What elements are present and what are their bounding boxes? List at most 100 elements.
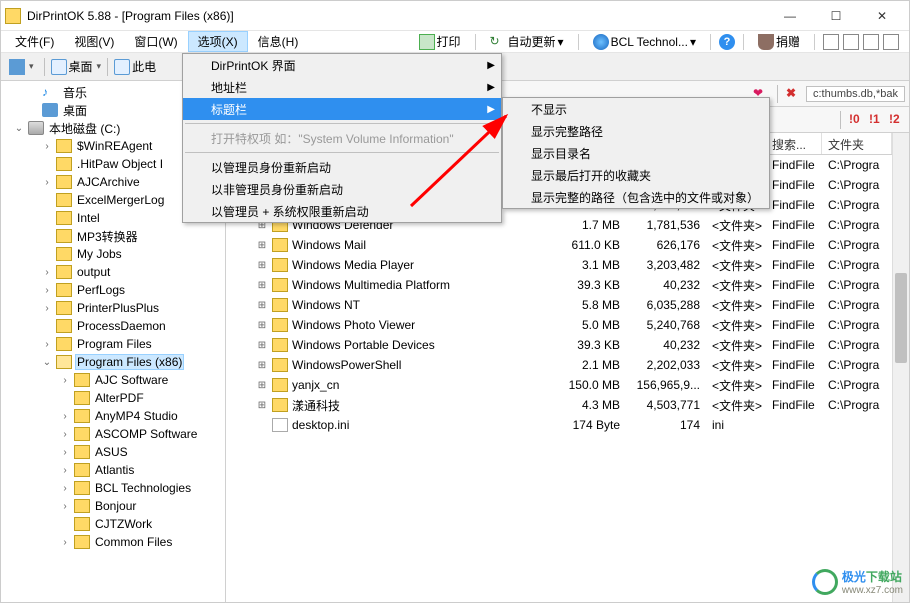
tree-node[interactable]: ›PrinterPlusPlus [1, 299, 225, 317]
file-row[interactable]: ⊞漾通科技4.3 MB4,503,771<文件夹>FindFileC:\Prog… [226, 395, 909, 415]
desktop-combo[interactable]: 桌面 ▾ [51, 58, 102, 75]
expand-icon[interactable]: › [59, 429, 71, 440]
tree-node[interactable]: ⌄Program Files (x86) [1, 353, 225, 371]
expand-icon[interactable]: › [59, 465, 71, 476]
marker-2-icon[interactable]: !1 [869, 112, 885, 128]
menu-item[interactable]: 显示完整路径 [503, 120, 769, 142]
menu-view[interactable]: 视图(V) [64, 31, 124, 52]
folder-icon [272, 338, 288, 352]
print-button[interactable]: 打印 [413, 33, 467, 50]
menu-item[interactable]: 以非管理员身份重新启动 [183, 178, 501, 200]
filter-mask-text[interactable]: c:thumbs.db,*bak [806, 86, 905, 102]
file-folder: C:\Progra [822, 158, 892, 172]
donate-button[interactable]: 捐赠 [752, 33, 806, 50]
tree-node[interactable]: ›Atlantis [1, 461, 225, 479]
tree-node[interactable]: My Jobs [1, 245, 225, 263]
thispc-combo[interactable]: 此电 [114, 58, 156, 75]
folder-icon [74, 535, 90, 549]
menu-item[interactable]: 地址栏▶ [183, 76, 501, 98]
file-row[interactable]: ⊞Windows Photo Viewer5.0 MB5,240,768<文件夹… [226, 315, 909, 335]
expand-icon[interactable]: › [59, 411, 71, 422]
tree-node[interactable]: ProcessDaemon [1, 317, 225, 335]
expand-icon[interactable]: ⊞ [252, 400, 272, 411]
expand-icon[interactable]: › [59, 483, 71, 494]
tree-node[interactable]: CJTZWork [1, 515, 225, 533]
menu-item[interactable]: 不显示 [503, 98, 769, 120]
file-row[interactable]: ⊞Windows Media Player3.1 MB3,203,482<文件夹… [226, 255, 909, 275]
expand-icon[interactable]: › [59, 537, 71, 548]
close-button[interactable]: ✕ [859, 1, 905, 31]
expand-icon[interactable]: ⊞ [252, 300, 272, 311]
expand-icon[interactable]: › [41, 177, 53, 188]
menu-item[interactable]: DirPrintOK 界面▶ [183, 54, 501, 76]
tree-node[interactable]: ›Common Files [1, 533, 225, 551]
menu-item[interactable]: 显示最后打开的收藏夹 [503, 164, 769, 186]
clear-icon[interactable]: ✖ [786, 86, 802, 102]
menu-options[interactable]: 选项(X) [188, 31, 248, 52]
menu-item[interactable]: 标题栏▶ [183, 98, 501, 120]
menu-item[interactable]: 显示完整的路径（包含选中的文件或对象） [503, 186, 769, 208]
tile-icon-1[interactable] [823, 34, 839, 50]
tree-node[interactable]: ›ASCOMP Software [1, 425, 225, 443]
folder-icon [56, 229, 72, 243]
maximize-button[interactable]: ☐ [813, 1, 859, 31]
minimize-button[interactable]: — [767, 1, 813, 31]
menu-item[interactable]: 以管理员 + 系统权限重新启动 [183, 200, 501, 222]
expand-icon[interactable]: › [41, 339, 53, 350]
expand-icon[interactable]: › [59, 501, 71, 512]
tree-node[interactable]: ›AnyMP4 Studio [1, 407, 225, 425]
tile-icon-3[interactable] [863, 34, 879, 50]
file-row[interactable]: ⊞yanjx_cn150.0 MB156,965,9...<文件夹>FindFi… [226, 375, 909, 395]
menu-item[interactable]: 以管理员身份重新启动 [183, 156, 501, 178]
new-tab-button[interactable]: ▾ [5, 57, 38, 77]
expand-icon[interactable]: ⊞ [252, 340, 272, 351]
autorefresh-button[interactable]: ↻ 自动更新 ▾ [484, 33, 570, 50]
marker-1-icon[interactable]: !0 [849, 112, 865, 128]
column-folder[interactable]: 文件夹 [822, 133, 892, 154]
tile-icon-4[interactable] [883, 34, 899, 50]
expand-icon[interactable]: ⊞ [252, 240, 272, 251]
column-search[interactable]: 搜索... [766, 133, 822, 154]
expand-icon[interactable]: › [59, 375, 71, 386]
menu-window[interactable]: 窗口(W) [124, 31, 187, 52]
tree-node[interactable]: ›output [1, 263, 225, 281]
expand-icon[interactable]: ⊞ [252, 380, 272, 391]
tile-icon-2[interactable] [843, 34, 859, 50]
submenu-arrow-icon: ▶ [487, 60, 495, 71]
menu-info[interactable]: 信息(H) [248, 31, 309, 52]
tree-node[interactable]: ›ASUS [1, 443, 225, 461]
file-row[interactable]: ⊞WindowsPowerShell2.1 MB2,202,033<文件夹>Fi… [226, 355, 909, 375]
list-scrollbar[interactable] [892, 133, 909, 602]
bcl-combo[interactable]: BCL Technol... ▾ [587, 34, 702, 50]
menu-item[interactable]: 显示目录名 [503, 142, 769, 164]
tree-node[interactable]: AlterPDF [1, 389, 225, 407]
menu-item-label: 显示完整的路径（包含选中的文件或对象） [531, 189, 759, 206]
tree-node[interactable]: ›AJC Software [1, 371, 225, 389]
tree-node[interactable]: ›BCL Technologies [1, 479, 225, 497]
tree-node[interactable]: ›PerfLogs [1, 281, 225, 299]
expand-icon[interactable]: ⊞ [252, 320, 272, 331]
expand-icon[interactable]: › [41, 267, 53, 278]
expand-icon[interactable]: › [41, 141, 53, 152]
menu-item-label: 打开特权项 如："System Volume Information" [211, 130, 454, 147]
expand-icon[interactable]: ⌄ [41, 357, 53, 368]
expand-icon[interactable]: › [41, 303, 53, 314]
file-row[interactable]: ⊞Windows NT5.8 MB6,035,288<文件夹>FindFileC… [226, 295, 909, 315]
tree-node[interactable]: MP3转换器 [1, 227, 225, 245]
file-row[interactable]: ⊞Windows Mail611.0 KB626,176<文件夹>FindFil… [226, 235, 909, 255]
expand-icon[interactable]: ⊞ [252, 360, 272, 371]
folder-icon [74, 445, 90, 459]
expand-icon[interactable]: ⊞ [252, 260, 272, 271]
file-row[interactable]: ⊞Windows Portable Devices39.3 KB40,232<文… [226, 335, 909, 355]
help-icon[interactable]: ? [719, 34, 735, 50]
expand-icon[interactable]: › [41, 285, 53, 296]
tree-node[interactable]: ›Bonjour [1, 497, 225, 515]
expand-icon[interactable]: ⊞ [252, 280, 272, 291]
expand-icon[interactable]: › [59, 447, 71, 458]
menu-file[interactable]: 文件(F) [5, 31, 64, 52]
file-row[interactable]: desktop.ini174 Byte174ini [226, 415, 909, 435]
marker-3-icon[interactable]: !2 [889, 112, 905, 128]
tree-node[interactable]: ›Program Files [1, 335, 225, 353]
file-row[interactable]: ⊞Windows Multimedia Platform39.3 KB40,23… [226, 275, 909, 295]
expand-icon[interactable]: ⌄ [13, 123, 25, 134]
